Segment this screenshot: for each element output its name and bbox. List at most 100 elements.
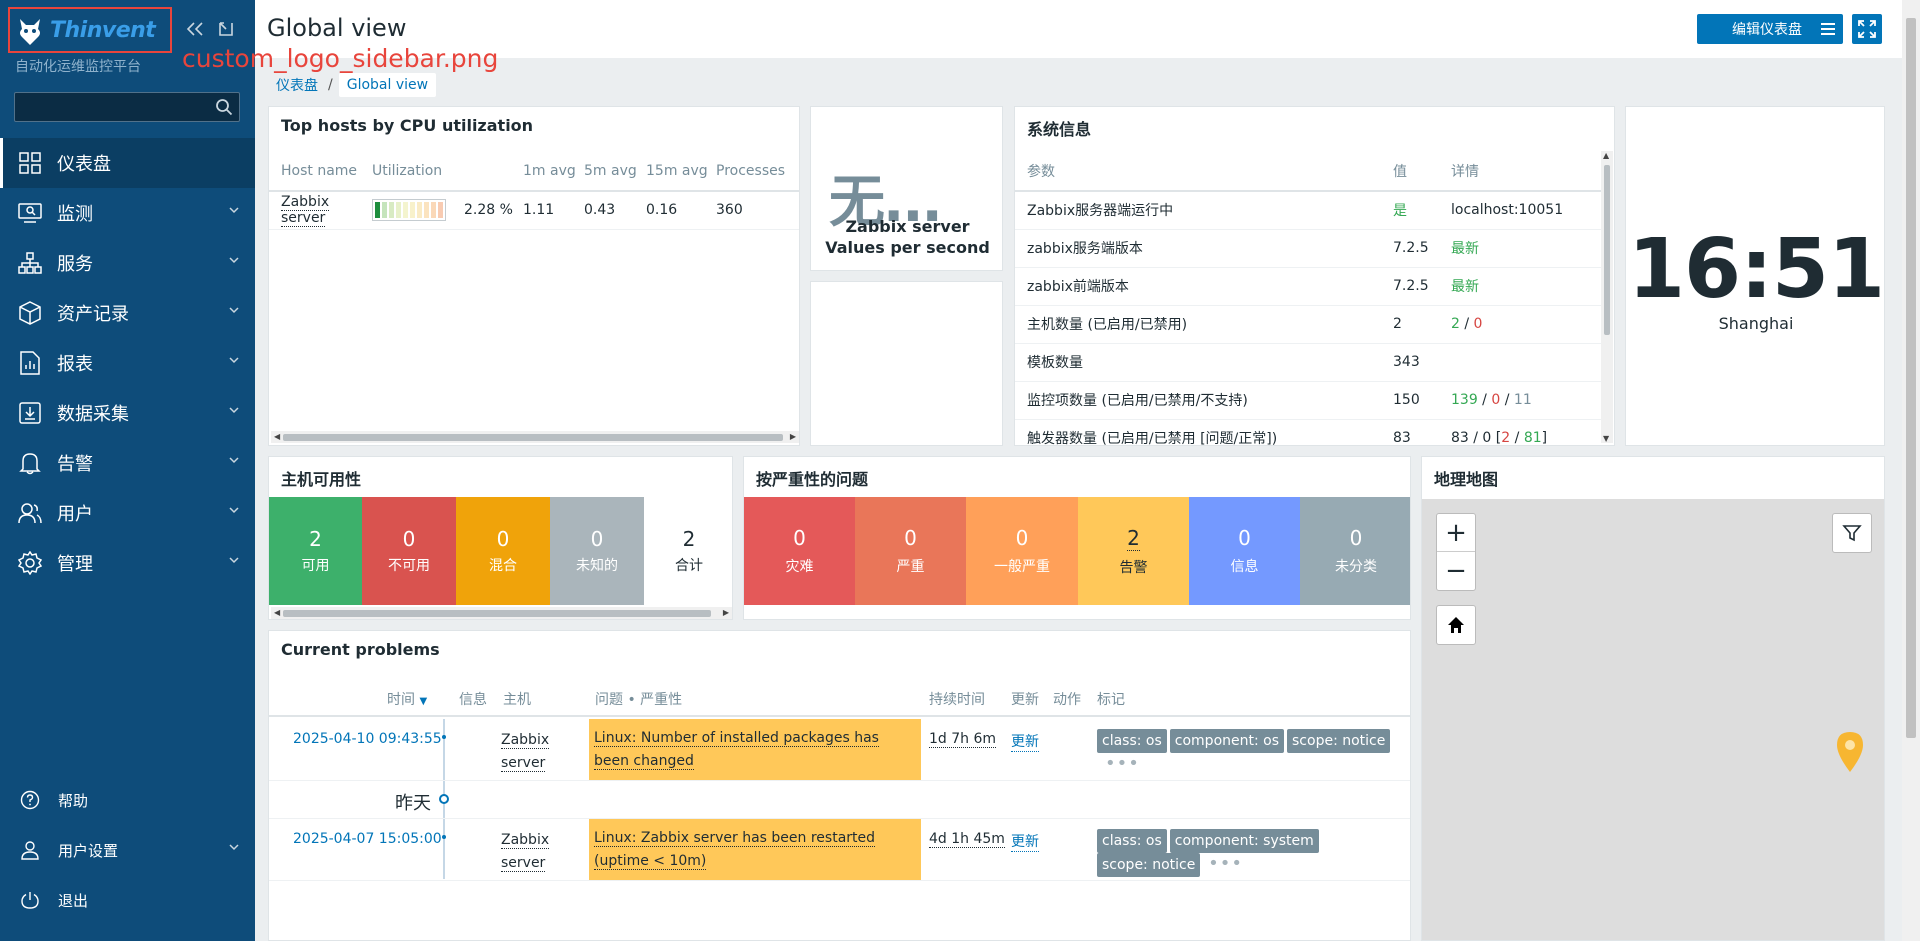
availability-count: 0 (496, 527, 510, 551)
severity-label: 一般严重 (994, 559, 1050, 575)
col-5m-avg[interactable]: 5m avg (584, 151, 646, 192)
problem-host[interactable]: Zabbix server (501, 829, 550, 875)
col-processes[interactable]: Processes (716, 151, 799, 192)
scroll-left-icon[interactable]: ◀ (274, 608, 280, 617)
availability-cell-mixed[interactable]: 0 混合 (456, 497, 550, 605)
tag[interactable]: class: os (1097, 729, 1167, 753)
menu-item-alerts[interactable]: 告警 (0, 438, 255, 488)
col-utilization[interactable]: Utilization (372, 151, 523, 192)
availability-cell-total[interactable]: 2 合计 (644, 497, 732, 605)
menu-item-help[interactable]: 帮助 (0, 775, 255, 825)
col-host-name[interactable]: Host name (269, 151, 372, 192)
more-tags-icon[interactable]: ••• (1105, 753, 1140, 774)
home-view-button[interactable] (1436, 605, 1476, 645)
menu-item-reports[interactable]: 报表 (0, 338, 255, 388)
availability-cell-unknown[interactable]: 0 未知的 (550, 497, 644, 605)
fullscreen-button[interactable] (1852, 14, 1882, 44)
col-time[interactable]: 时间 ▼ (387, 689, 427, 709)
param-value: 2 (1393, 305, 1451, 344)
severity-count[interactable]: 2 (1127, 526, 1140, 551)
param-value: 150 (1393, 381, 1451, 420)
severity-cell-disaster[interactable]: 0 灾难 (744, 497, 855, 605)
param-details: localhost:10051 (1451, 191, 1601, 230)
widget-top-hosts: Top hosts by CPU utilization Host name U… (268, 106, 800, 446)
kiosk-mode-button[interactable] (215, 18, 237, 40)
tag[interactable]: scope: notice (1287, 729, 1391, 753)
severity-cell-average[interactable]: 0 一般严重 (966, 497, 1078, 605)
scrollbar-thumb[interactable] (283, 434, 783, 441)
scroll-right-icon[interactable]: ▶ (790, 432, 796, 441)
breadcrumb-current[interactable]: Global view (338, 73, 437, 97)
scroll-up-icon[interactable]: ▲ (1603, 151, 1609, 160)
problem-duration[interactable]: 1d 7h 6m (929, 731, 997, 748)
expand-icon (219, 22, 233, 36)
scroll-down-icon[interactable]: ▼ (1603, 434, 1609, 443)
problem-host[interactable]: Zabbix server (501, 729, 550, 775)
widget-title: 主机可用性 (281, 470, 362, 489)
problem-update-link[interactable]: 更新 (1011, 831, 1039, 852)
menu-item-sign-out[interactable]: 退出 (0, 875, 255, 925)
breadcrumb-dashboards-link[interactable]: 仪表盘 (272, 72, 322, 98)
menu-item-label: 监测 (57, 204, 93, 225)
horizontal-scrollbar[interactable]: ◀ ▶ (271, 607, 732, 619)
processes-value: 360 (716, 191, 799, 230)
severity-cell-high[interactable]: 0 严重 (855, 497, 966, 605)
severity-cell-warning[interactable]: 2 告警 (1078, 497, 1189, 605)
scrollbar-thumb[interactable] (1604, 165, 1610, 335)
zoom-out-button[interactable]: − (1437, 552, 1475, 590)
zoom-in-button[interactable]: + (1437, 514, 1475, 552)
menu-item-inventory[interactable]: 资产记录 (0, 288, 255, 338)
ok-count: 81 (1523, 430, 1542, 446)
menu-item-services[interactable]: 服务 (0, 238, 255, 288)
horizontal-scrollbar[interactable]: ◀ ▶ (271, 431, 799, 443)
col-15m-avg[interactable]: 15m avg (646, 151, 716, 192)
severity-cell-information[interactable]: 0 信息 (1189, 497, 1300, 605)
problem-time-link[interactable]: 2025-04-10 09:43:55 (293, 731, 442, 747)
tag[interactable]: component: system (1169, 829, 1319, 853)
param-name: 模板数量 (1015, 343, 1393, 382)
menu-item-label: 用户设置 (58, 841, 119, 860)
tag[interactable]: component: os (1169, 729, 1285, 753)
clock-time: 16:51 (1627, 222, 1884, 317)
more-tags-icon[interactable]: ••• (1208, 853, 1243, 874)
problem-description[interactable]: Linux: Number of installed packages has … (589, 719, 921, 780)
actions-menu-button[interactable] (1813, 14, 1843, 44)
page-scrollbar-thumb[interactable] (1906, 18, 1916, 738)
menu-item-dashboard[interactable]: 仪表盘 (0, 138, 255, 188)
availability-cell-available[interactable]: 2 可用 (269, 497, 362, 605)
menu-item-user-settings[interactable]: 用户设置 (0, 825, 255, 875)
logo[interactable]: Thinvent (8, 7, 172, 53)
scroll-right-icon[interactable]: ▶ (723, 608, 729, 617)
problem-update-link[interactable]: 更新 (1011, 731, 1039, 752)
tag[interactable]: class: os (1097, 829, 1167, 853)
severity-cell-not-classified[interactable]: 0 未分类 (1300, 497, 1410, 605)
search-icon[interactable] (215, 98, 233, 116)
utilization-segment (382, 201, 387, 218)
tag[interactable]: scope: notice (1097, 853, 1201, 877)
item-host-name: Zabbix server (845, 217, 970, 236)
map-filter-button[interactable] (1832, 513, 1872, 553)
search-input[interactable] (15, 93, 205, 121)
col-1m-avg[interactable]: 1m avg (523, 151, 584, 192)
scroll-left-icon[interactable]: ◀ (274, 432, 280, 441)
menu-item-data-collection[interactable]: 数据采集 (0, 388, 255, 438)
host-link[interactable]: Zabbix server (281, 194, 330, 228)
param-details: 最新 (1451, 267, 1601, 306)
vertical-scrollbar[interactable]: ▲ ▼ (1601, 151, 1613, 443)
menu-item-monitoring[interactable]: 监测 (0, 188, 255, 238)
map-marker-icon[interactable] (1835, 731, 1865, 773)
scrollbar-thumb[interactable] (283, 610, 711, 617)
map-canvas[interactable]: + − (1422, 499, 1884, 940)
menu-item-administration[interactable]: 管理 (0, 538, 255, 588)
system-info-table: 参数 值 详情 Zabbix服务器端运行中 是 localhost:10051 … (1015, 151, 1601, 446)
problem-description[interactable]: Linux: Zabbix server has been restarted … (589, 819, 921, 880)
menu-item-users[interactable]: 用户 (0, 488, 255, 538)
availability-cell-not-available[interactable]: 0 不可用 (362, 497, 456, 605)
breadcrumb-separator: / (328, 77, 333, 93)
widget-title: Current problems (281, 640, 440, 659)
collapse-sidebar-button[interactable] (184, 18, 206, 40)
page-scrollbar[interactable] (1902, 0, 1920, 941)
param-value: 343 (1393, 343, 1451, 382)
problem-duration[interactable]: 4d 1h 45m (929, 831, 1005, 848)
problem-time-link[interactable]: 2025-04-07 15:05:00 (293, 831, 442, 847)
